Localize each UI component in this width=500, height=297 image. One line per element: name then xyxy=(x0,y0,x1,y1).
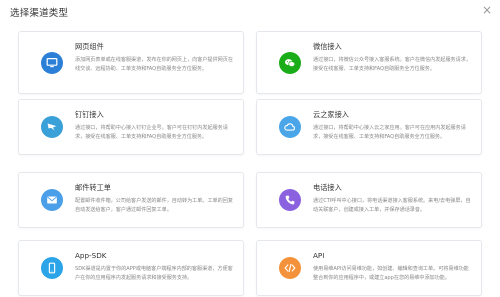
channel-title: 云之家接入 xyxy=(313,110,349,119)
channel-description: 通过接口，将帮助中心接入云之家应用。客户可在应用内发起服务请求，接受在线客服、工… xyxy=(313,125,466,140)
wechat-icon xyxy=(279,51,301,74)
dialog-header: 选择渠道类型 × xyxy=(0,0,500,22)
channel-card-email[interactable]: 邮件转工单 配置邮件收件箱，公司给客户发送的邮件，自动转为工单。工单的回复自动发… xyxy=(18,172,244,228)
channel-card-wechat[interactable]: 微信接入 通过接口，将微信公众号接入客服系统。客户在微信内发起服务请求，接受在线… xyxy=(256,31,482,94)
channel-title: App-SDK xyxy=(75,251,107,260)
channel-description: 通过CTI呼叫中心接口，将电话渠道接入客服系统。来电/去电弹屏，自动关联客户，创… xyxy=(313,198,471,213)
channel-title: 网页组件 xyxy=(75,42,104,51)
channel-description: 通过接口，将微信公众号接入客服系统。客户在微信内发起服务请求，接受在线客服、工单… xyxy=(313,57,471,72)
mail-icon xyxy=(41,189,63,211)
channel-title: 邮件转工单 xyxy=(75,183,111,192)
channel-title: 微信接入 xyxy=(313,42,342,51)
select-channel-dialog: 选择渠道类型 × 网页组件 添加网页表单或在线客服渠道，发布在你的网页上，向客户… xyxy=(0,0,500,297)
close-button[interactable]: × xyxy=(480,3,494,17)
mobile-icon xyxy=(41,257,63,279)
cloud-icon xyxy=(279,116,301,138)
monitor-icon xyxy=(41,51,63,74)
dingtalk-icon xyxy=(41,116,63,138)
code-icon xyxy=(279,257,301,279)
channel-description: 配置邮件收件箱，公司给客户发送的邮件，自动转为工单。工单的回复自动发送给客户，客… xyxy=(75,198,233,213)
dialog-title: 选择渠道类型 xyxy=(10,8,69,19)
channel-description: SDK渠道是内置于你的APP或电脑客户端程序内部的客服渠道，方便客户在你的应用程… xyxy=(75,266,233,281)
channel-card-api[interactable]: API 使用易维API访问易维功能，如创建、编辑和查询工单。可将易维功能整合到你… xyxy=(256,240,482,296)
channel-description: 使用易维API访问易维功能，如创建、编辑和查询工单。可将易维功能整合到你的应用程… xyxy=(313,266,469,281)
channel-title: API xyxy=(313,251,325,260)
channel-card-dingtalk[interactable]: 钉钉接入 通过接口，将帮助中心接入钉钉企业号。客户可在钉钉内发起服务请求，接受在… xyxy=(18,99,244,155)
phone-icon xyxy=(279,189,301,211)
channel-description: 通过接口，将帮助中心接入钉钉企业号。客户可在钉钉内发起服务请求，接受在线客服、工… xyxy=(75,125,228,140)
channel-card-cloud[interactable]: 云之家接入 通过接口，将帮助中心接入云之家应用。客户可在应用内发起服务请求，接受… xyxy=(256,99,482,155)
channel-card-phone[interactable]: 电话接入 通过CTI呼叫中心接口，将电话渠道接入客服系统。来电/去电弹屏，自动关… xyxy=(256,172,482,228)
channel-card-web[interactable]: 网页组件 添加网页表单或在线客服渠道，发布在你的网页上，向客户提供网页在线交谈、… xyxy=(18,31,244,94)
channel-card-sdk[interactable]: App-SDK SDK渠道是内置于你的APP或电脑客户端程序内部的客服渠道，方便… xyxy=(18,240,244,296)
channel-description: 添加网页表单或在线客服渠道，发布在你的网页上，向客户提供网页在线交谈、远程协助、… xyxy=(75,57,233,72)
channel-title: 电话接入 xyxy=(313,183,342,192)
channel-title: 钉钉接入 xyxy=(75,110,104,119)
